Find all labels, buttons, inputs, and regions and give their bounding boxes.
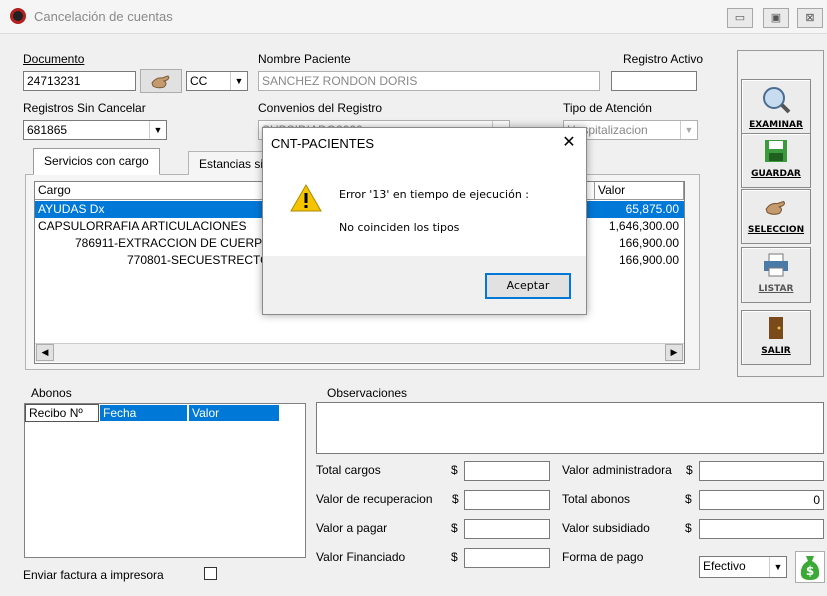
observaciones-label: Observaciones [327,386,408,400]
salir-button[interactable]: SALIR [741,310,811,365]
documento-label: Documento [23,52,85,66]
scroll-left-button[interactable]: ◀ [36,344,54,361]
examinar-label: EXAMINAR [749,120,803,130]
valor-cell: 1,646,300.00 [608,219,679,233]
abonos-header-recibo: Recibo Nº [25,404,99,422]
money-bag-icon: $ [800,556,820,580]
abonos-grid[interactable] [24,403,306,558]
magnifier-icon [763,87,791,114]
seleccion-label: SELECCION [747,225,805,235]
warning-icon [290,183,322,212]
save-icon [765,140,787,162]
valor-cell: 166,900.00 [618,236,679,250]
dialog-close-button[interactable]: ✕ [557,132,581,154]
error-dialog: CNT-PACIENTES ✕ Error '13' en tiempo de … [262,127,587,315]
tipo-atencion-label: Tipo de Atención [563,101,652,115]
total-abonos-input[interactable]: 0 [699,490,824,510]
search-document-button[interactable] [140,69,182,93]
forma-pago-value: Efectivo [703,559,746,573]
tipo-documento-combo[interactable]: CC ▼ [186,71,248,91]
cargo-cell: AYUDAS Dx [38,202,105,216]
abonos-header-fecha: Fecha [99,404,188,422]
valor-subsidiado-input[interactable] [699,519,824,539]
minimize-button[interactable]: ▭ [727,8,753,28]
valor-pagar-input[interactable] [464,519,550,539]
valor-pagar-label: Valor a pagar [316,521,388,535]
svg-text:$: $ [806,564,814,578]
forma-pago-label: Forma de pago [562,550,644,564]
horizontal-scrollbar[interactable] [35,343,684,362]
salir-label: SALIR [761,346,791,356]
chevron-down-icon: ▼ [680,121,697,139]
convenios-label: Convenios del Registro [258,101,383,115]
valor-header: Valor [595,182,684,200]
chevron-down-icon: ▼ [149,121,166,139]
currency-symbol: $ [452,492,459,506]
nombre-label: Nombre Paciente [258,52,351,66]
cargo-cell: CAPSULORRAFIA ARTICULACIONES [38,219,247,233]
valor-recuperacion-input[interactable] [464,490,550,510]
close-window-button[interactable]: ⊠ [797,8,823,28]
total-abonos-label: Total abonos [562,492,631,506]
dialog-title: CNT-PACIENTES [271,136,375,151]
valor-financiado-label: Valor Financiado [316,550,406,564]
valor-cell: 166,900.00 [618,253,679,267]
currency-symbol: $ [451,521,458,535]
payment-button[interactable]: $ [795,551,825,583]
currency-symbol: $ [685,521,692,535]
maximize-button[interactable]: ▣ [763,8,789,28]
chevron-down-icon: ▼ [769,557,786,577]
valor-recuperacion-label: Valor de recuperacion [316,492,433,506]
valor-financiado-input[interactable] [464,548,550,568]
app-icon [10,8,26,24]
dialog-message-line2: No coinciden los tipos [339,221,460,234]
currency-symbol: $ [686,463,693,477]
valor-cell: 65,875.00 [625,202,679,216]
valor-subsidiado-label: Valor subsidiado [562,521,650,535]
registros-label: Registros Sin Cancelar [23,101,146,115]
cargo-cell: 770801-SECUESTRECTOMIA [127,253,291,267]
seleccion-button[interactable]: SELECCION [741,189,811,244]
hand-icon [151,75,170,89]
hand-icon [765,200,786,215]
listar-label: LISTAR [758,284,794,294]
registro-activo-label: Registro Activo [623,52,704,66]
forma-pago-combo[interactable]: Efectivo ▼ [699,556,787,578]
valor-administradora-label: Valor administradora [562,463,672,477]
printer-icon [764,253,788,277]
abonos-label: Abonos [31,386,72,400]
guardar-label: GUARDAR [751,169,801,179]
nombre-input[interactable]: SANCHEZ RONDON DORIS [258,71,600,91]
registro-activo-input[interactable] [611,71,697,91]
scroll-right-button[interactable]: ▶ [665,344,683,361]
examinar-button[interactable]: EXAMINAR [741,79,811,139]
abonos-header-valor: Valor [188,404,280,422]
currency-symbol: $ [451,463,458,477]
chevron-down-icon: ▼ [230,72,247,90]
registros-combo[interactable]: 681865 ▼ [23,120,167,140]
window-title: Cancelación de cuentas [34,9,173,24]
registros-value: 681865 [27,123,68,137]
listar-button[interactable]: LISTAR [741,247,811,303]
total-cargos-label: Total cargos [316,463,381,477]
enviar-factura-label: Enviar factura a impresora [23,568,164,582]
observaciones-textarea[interactable] [316,402,824,454]
enviar-factura-checkbox[interactable] [204,567,217,580]
currency-symbol: $ [685,492,692,506]
guardar-button[interactable]: GUARDAR [741,133,811,188]
valor-administradora-input[interactable] [699,461,824,481]
tab-servicios[interactable]: Servicios con cargo [33,148,160,175]
total-cargos-input[interactable] [464,461,550,481]
currency-symbol: $ [451,550,458,564]
dialog-ok-button[interactable]: Aceptar [485,273,571,299]
documento-input[interactable]: 24713231 [23,71,136,91]
door-icon [769,317,783,339]
tipo-documento-value: CC [190,74,208,88]
dialog-message-line1: Error '13' en tiempo de ejecución : [339,188,530,201]
